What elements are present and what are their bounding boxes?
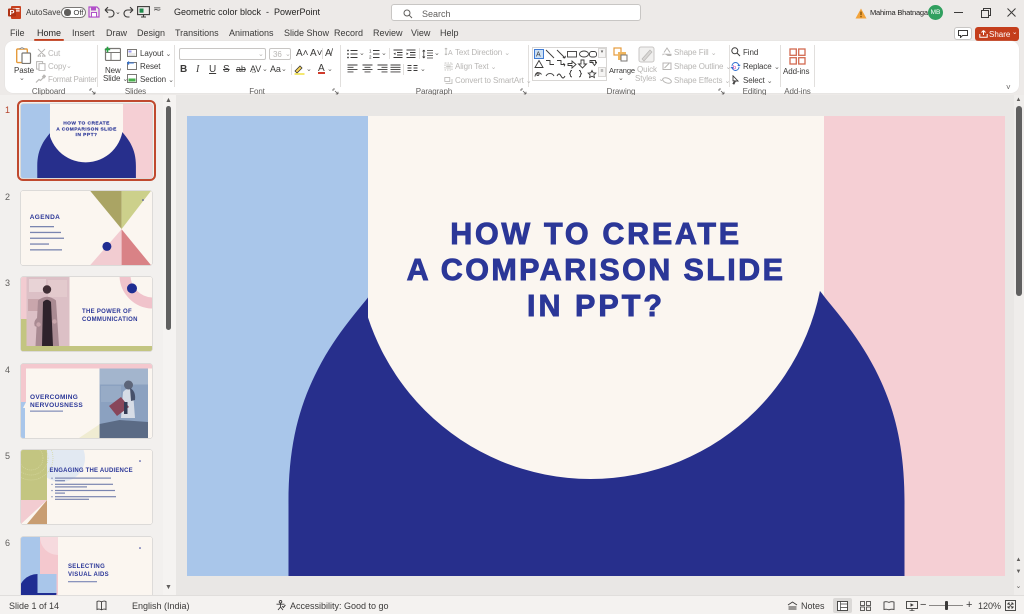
svg-text:SELECTING: SELECTING — [68, 564, 105, 570]
svg-text:2: 2 — [369, 55, 372, 60]
svg-text:b: b — [733, 65, 736, 71]
svg-text:THE POWER OF: THE POWER OF — [82, 309, 132, 315]
svg-text:COMMUNICATION: COMMUNICATION — [82, 317, 138, 323]
svg-text:AGENDA: AGENDA — [30, 214, 61, 221]
svg-text:VISUAL AIDS: VISUAL AIDS — [68, 572, 109, 578]
svg-text:A: A — [448, 50, 453, 56]
svg-text:P: P — [9, 8, 14, 17]
svg-text:1: 1 — [369, 49, 372, 54]
svg-text:NERVOUSNESS: NERVOUSNESS — [30, 402, 83, 409]
svg-text:A: A — [536, 52, 541, 59]
svg-text:OVERCOMING: OVERCOMING — [30, 394, 78, 401]
svg-text:ENGAGING THE AUDIENCE: ENGAGING THE AUDIENCE — [50, 468, 133, 474]
